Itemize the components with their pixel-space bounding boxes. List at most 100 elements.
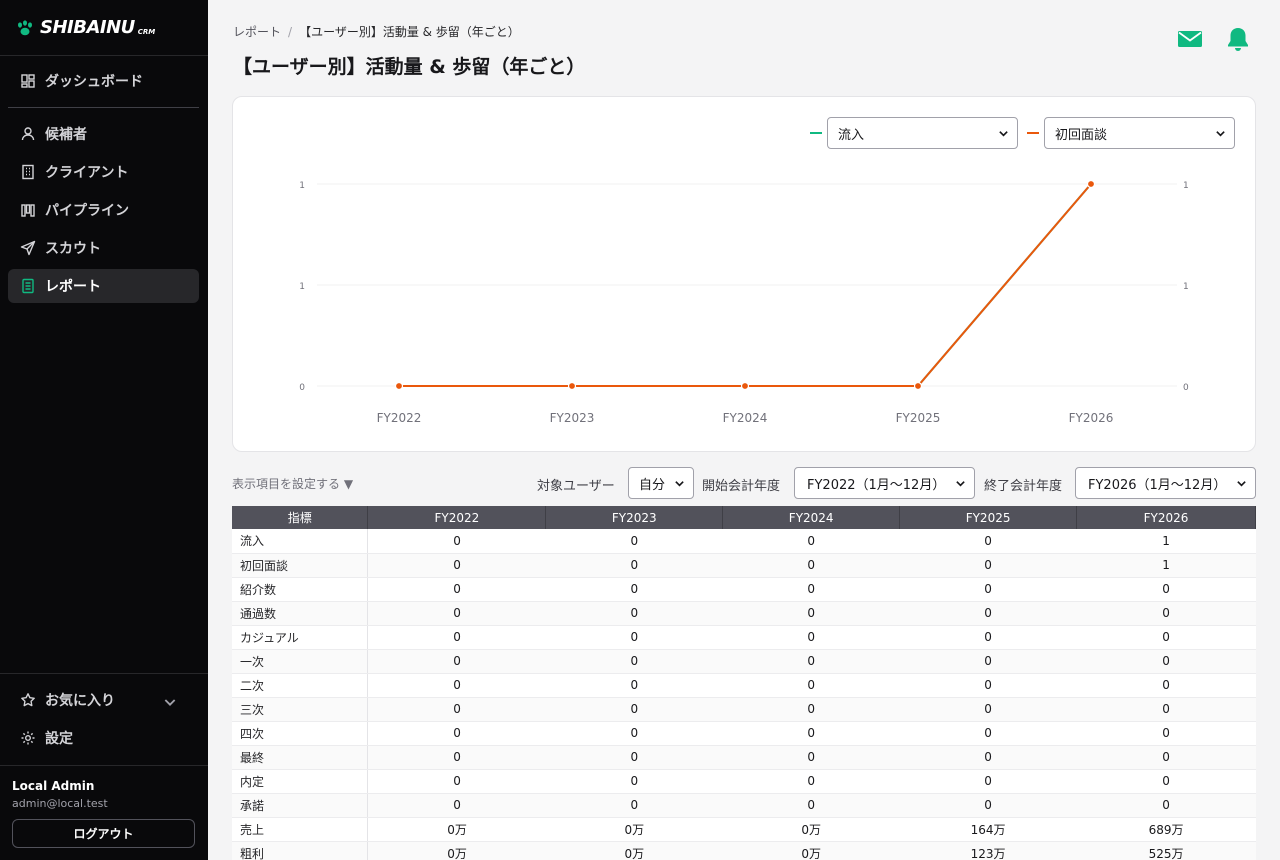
metric-value: 0 [367, 577, 546, 602]
breadcrumb-separator: / [288, 25, 293, 39]
table-row: 承諾 0 0 0 0 0 [232, 793, 1256, 818]
metric-value: 0 [722, 673, 900, 698]
metric-value: 0 [545, 673, 723, 698]
series-point-2 [394, 381, 404, 391]
metric-value: 0万 [722, 817, 900, 842]
sidebar-item-label: パイプライン [45, 203, 129, 219]
table-row: 紹介数 0 0 0 0 0 [232, 577, 1256, 602]
target-user-select[interactable]: 自分 [628, 467, 694, 499]
sidebar-divider [8, 107, 199, 108]
left-metric-value: 流入 [838, 127, 865, 143]
metric-value: 0 [899, 769, 1077, 794]
sidebar-item-favorites[interactable]: お気に入り [8, 683, 199, 717]
metric-value: 0 [545, 625, 723, 650]
metric-value: 0 [899, 601, 1077, 626]
breadcrumb: レポート / 【ユーザー別】活動量 & 歩留（年ごと） [233, 23, 520, 40]
metric-value: 0 [899, 721, 1077, 746]
metric-value: 0 [722, 745, 900, 770]
send-icon [20, 240, 36, 256]
metric-value: 0 [367, 769, 546, 794]
metric-value: 0 [545, 721, 723, 746]
metric-value: 123万 [899, 841, 1077, 860]
logo[interactable]: SHIBAINU CRM [0, 0, 208, 56]
metric-value: 0 [545, 649, 723, 674]
series-point-2 [1086, 179, 1096, 189]
chevron-down-icon [1216, 131, 1225, 137]
sidebar-item-label: お気に入り [45, 693, 115, 709]
metric-value: 0 [1076, 601, 1256, 626]
start-year-value: FY2022（1月〜12月） [807, 477, 946, 493]
metric-value: 0 [899, 577, 1077, 602]
left-metric-select[interactable]: 流入 [827, 117, 1018, 149]
sidebar-item-scout[interactable]: スカウト [8, 231, 199, 265]
metric-value: 0万 [545, 817, 723, 842]
metric-value: 0万 [545, 841, 723, 860]
table-row: 三次 0 0 0 0 0 [232, 697, 1256, 722]
logout-button[interactable]: ログアウト [12, 819, 195, 848]
series-point-2 [740, 381, 750, 391]
sidebar-item-reports[interactable]: レポート [8, 269, 199, 303]
metric-value: 0 [899, 553, 1077, 578]
brand-sub: CRM [137, 27, 156, 36]
metric-value: 0 [367, 793, 546, 818]
metric-value: 0 [722, 793, 900, 818]
metric-value: 0 [722, 721, 900, 746]
table-row: 流入 0 0 0 0 1 [232, 529, 1256, 554]
mail-icon[interactable] [1177, 26, 1203, 52]
target-user-value: 自分 [639, 477, 666, 493]
chevron-down-icon [999, 131, 1008, 137]
end-year-select[interactable]: FY2026（1月〜12月） [1075, 467, 1256, 499]
end-year-label: 終了会計年度 [984, 479, 1063, 494]
metric-value: 0 [722, 697, 900, 722]
dashboard-icon [21, 74, 35, 88]
breadcrumb-current: 【ユーザー別】活動量 & 歩留（年ごと） [299, 25, 520, 39]
sidebar-item-settings[interactable]: 設定 [8, 721, 199, 755]
table-row: 粗利 0万 0万 0万 123万 525万 [232, 841, 1256, 860]
breadcrumb-root[interactable]: レポート [233, 25, 281, 39]
series-point-2 [913, 381, 923, 391]
sidebar-item-candidates[interactable]: 候補者 [8, 117, 199, 151]
pipeline-icon [21, 204, 35, 217]
metric-value: 0 [1076, 721, 1256, 746]
x-tick-label: FY2024 [723, 411, 768, 425]
table-row: 四次 0 0 0 0 0 [232, 721, 1256, 746]
sidebar-item-label: 候補者 [45, 127, 87, 143]
x-tick-label: FY2026 [1069, 411, 1114, 425]
metric-value: 0 [367, 601, 546, 626]
sidebar-item-clients[interactable]: クライアント [8, 155, 199, 189]
right-metric-value: 初回面談 [1055, 127, 1108, 143]
table-row: カジュアル 0 0 0 0 0 [232, 625, 1256, 650]
metric-value: 0 [545, 697, 723, 722]
metric-value: 0 [722, 553, 900, 578]
sidebar-item-label: 設定 [45, 731, 73, 747]
building-icon [22, 164, 34, 180]
metric-value: 0 [1076, 697, 1256, 722]
sidebar-item-dashboard[interactable]: ダッシュボード [8, 64, 199, 98]
metric-label: 流入 [232, 529, 369, 554]
table-header-cell: FY2026 [1076, 506, 1256, 529]
metric-value: 0 [545, 577, 723, 602]
start-year-label: 開始会計年度 [702, 479, 781, 494]
bell-icon[interactable] [1225, 26, 1251, 52]
table-header-cell: FY2023 [545, 506, 724, 529]
table-row: 初回面談 0 0 0 0 1 [232, 553, 1256, 578]
metric-value: 0 [1076, 577, 1256, 602]
sidebar-item-pipeline[interactable]: パイプライン [8, 193, 199, 227]
metric-value: 0 [545, 769, 723, 794]
sidebar-item-label: レポート [45, 279, 101, 295]
right-metric-select[interactable]: 初回面談 [1044, 117, 1235, 149]
legend-series2-swatch [1027, 132, 1039, 134]
star-icon [21, 693, 35, 707]
display-items-toggle[interactable]: 表示項目を設定する ▼ [232, 475, 353, 492]
table-row: 売上 0万 0万 0万 164万 689万 [232, 817, 1256, 842]
start-year-select[interactable]: FY2022（1月〜12月） [794, 467, 975, 499]
metric-value: 0 [722, 625, 900, 650]
metric-label: 初回面談 [232, 553, 369, 578]
metric-value: 0 [367, 529, 546, 554]
metric-label: 内定 [232, 769, 369, 794]
metric-value: 0 [545, 529, 723, 554]
metric-value: 525万 [1076, 841, 1256, 860]
metric-value: 689万 [1076, 817, 1256, 842]
target-user-label: 対象ユーザー [537, 479, 615, 494]
user-block: Local Admin admin@local.test ログアウト [0, 765, 208, 848]
